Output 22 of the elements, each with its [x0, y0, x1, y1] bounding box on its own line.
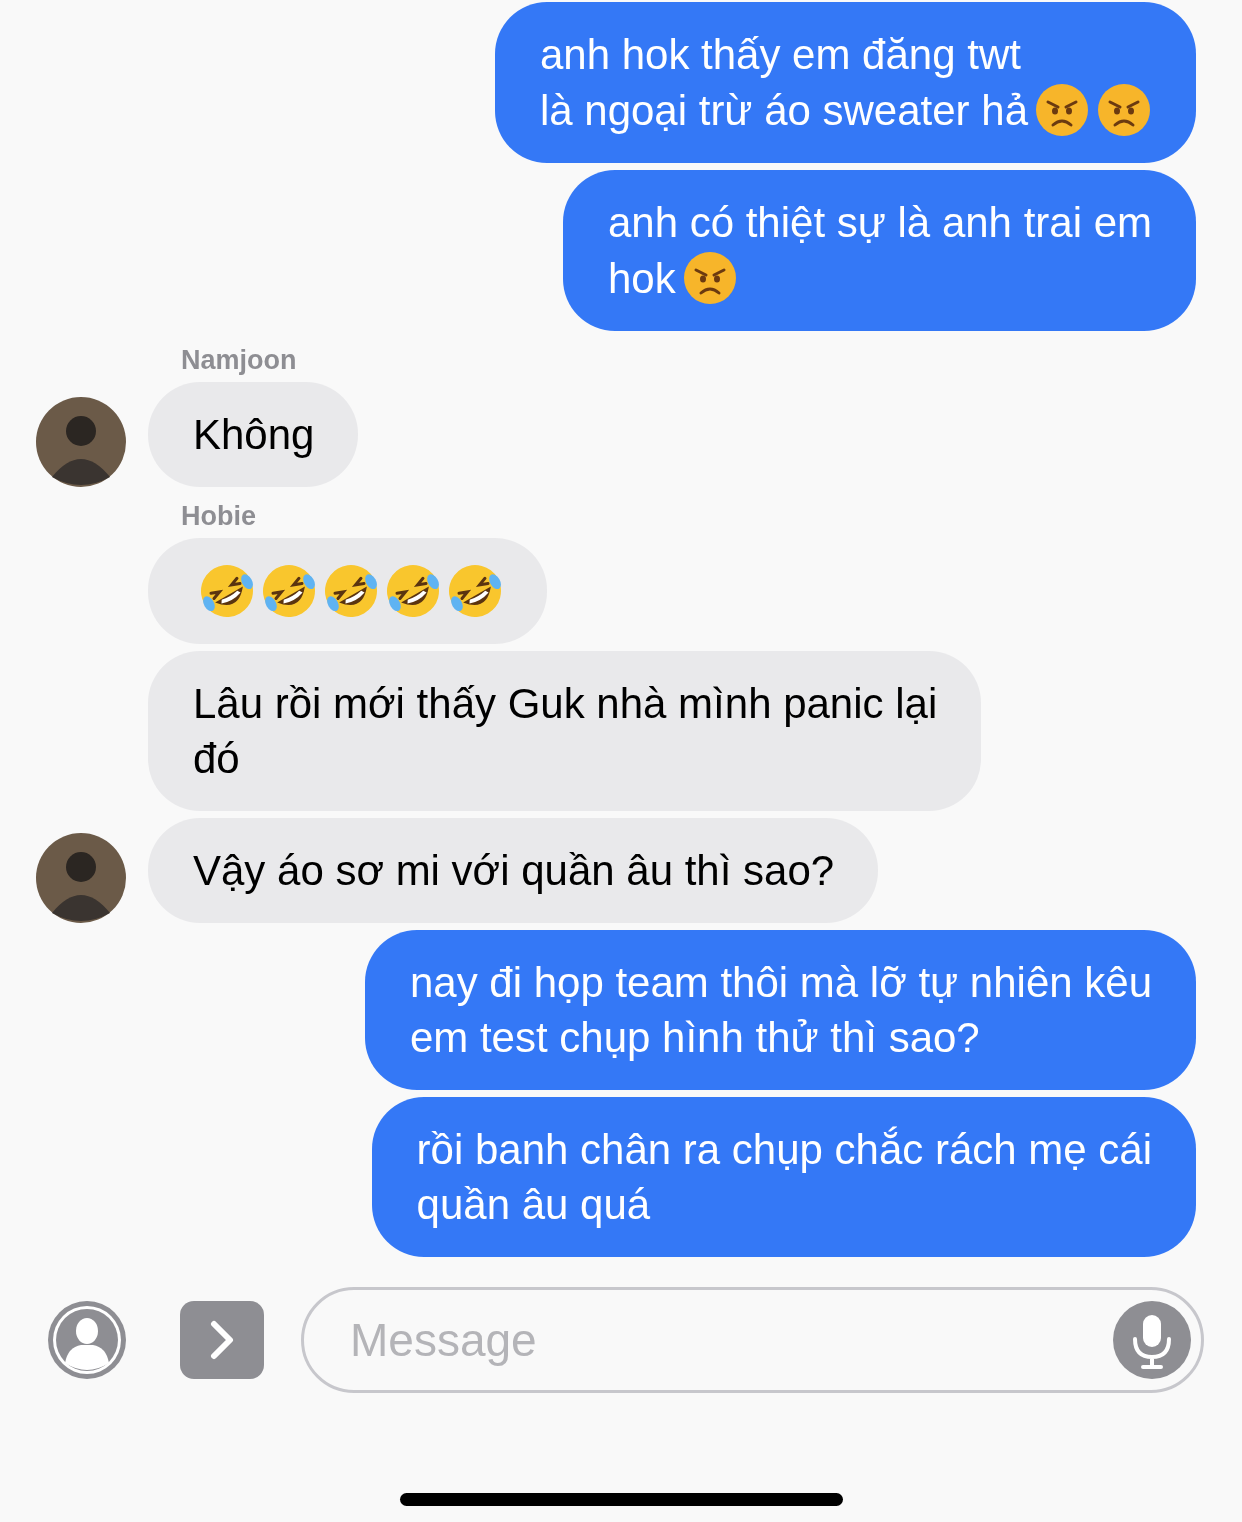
- sender-name: Hobie: [180, 500, 257, 531]
- chevron-right-icon: [209, 1320, 235, 1360]
- message-text: đó: [193, 734, 240, 784]
- sender-name: Namjoon: [180, 344, 298, 375]
- message-text: hok: [607, 253, 676, 304]
- message-text: anh hok thấy em đăng twt: [539, 30, 1021, 80]
- message-input[interactable]: Message: [348, 1312, 1113, 1368]
- message-field[interactable]: Message: [301, 1287, 1204, 1393]
- avatar[interactable]: [36, 833, 126, 923]
- message-text: Lâu rồi mới thấy Guk nhà mình panic lại: [193, 679, 938, 729]
- message-text: anh có thiệt sự là anh trai em: [607, 198, 1152, 248]
- message-text: em test chụp hình thử thì sao?: [409, 1013, 980, 1063]
- message-text: Vậy áo sơ mi với quần âu thì sao?: [193, 846, 835, 896]
- message-text: quần âu quá: [416, 1180, 651, 1230]
- contact-icon[interactable]: [48, 1301, 126, 1379]
- microphone-icon[interactable]: [1113, 1301, 1191, 1379]
- message-text: nay đi họp team thôi mà lỡ tự nhiên kêu: [409, 958, 1152, 1008]
- apps-button[interactable]: [180, 1301, 264, 1379]
- message-text: Không: [193, 410, 315, 460]
- avatar[interactable]: [36, 397, 126, 487]
- message-text: là ngoại trừ áo sweater hả: [539, 85, 1028, 136]
- message-text: rồi banh chân ra chụp chắc rách mẹ cái: [416, 1125, 1152, 1175]
